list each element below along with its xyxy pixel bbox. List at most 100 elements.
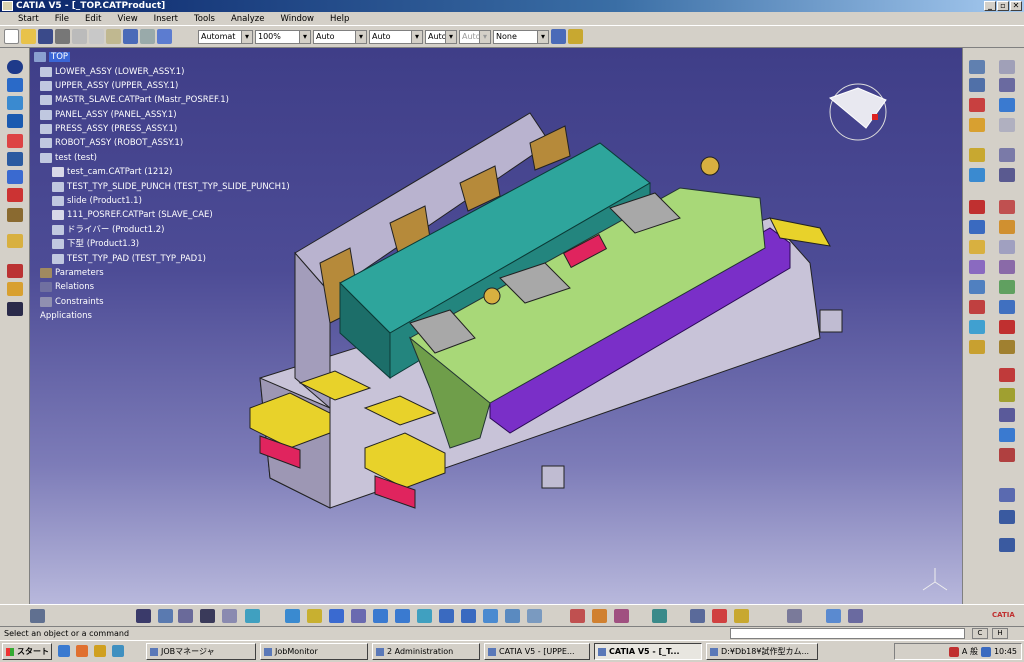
- tray-network-icon[interactable]: [980, 646, 991, 657]
- zoom-combo[interactable]: 100%: [255, 29, 311, 44]
- panel-icon[interactable]: [7, 114, 23, 128]
- weight-combo[interactable]: Auto: [313, 29, 367, 44]
- none-combo[interactable]: None: [493, 29, 549, 44]
- new-product-icon[interactable]: [999, 78, 1015, 92]
- tree-root[interactable]: TOP: [34, 51, 71, 63]
- menu-tools[interactable]: Tools: [186, 14, 223, 24]
- drafting-icon[interactable]: [999, 448, 1015, 462]
- explode-icon[interactable]: [969, 220, 985, 234]
- shooting-icon[interactable]: [652, 609, 667, 623]
- printer-setup-icon[interactable]: [787, 609, 802, 623]
- surface-icon[interactable]: [7, 152, 23, 166]
- sectioning-icon[interactable]: [969, 260, 985, 274]
- tree-node[interactable]: LOWER_ASSY (LOWER_ASSY.1): [40, 66, 184, 78]
- unit-icon[interactable]: [7, 302, 23, 316]
- menu-window[interactable]: Window: [272, 14, 322, 24]
- fly-mode-icon[interactable]: [285, 609, 300, 623]
- remove-icon[interactable]: [999, 368, 1015, 382]
- symmetry-icon[interactable]: [999, 280, 1015, 294]
- whats-this-icon[interactable]: [157, 29, 172, 44]
- tree-node[interactable]: 111_POSREF.CATPart (SLAVE_CAE): [52, 209, 213, 221]
- start-button[interactable]: スタート: [2, 643, 52, 660]
- tree-node[interactable]: PRESS_ASSY (PRESS_ASSY.1): [40, 123, 177, 135]
- constraint-icon[interactable]: [969, 60, 985, 74]
- menu-view[interactable]: View: [109, 14, 145, 24]
- transparency-combo[interactable]: Auto: [459, 29, 491, 44]
- tree-node[interactable]: ドライバー (Product1.2): [52, 224, 164, 236]
- tree-node[interactable]: TEST_TYP_PAD (TEST_TYP_PAD1): [52, 253, 206, 265]
- pan-icon[interactable]: [329, 609, 344, 623]
- pattern-icon[interactable]: [999, 300, 1015, 314]
- compass-widget[interactable]: [829, 83, 887, 141]
- paste-icon[interactable]: [106, 29, 121, 44]
- publish-icon[interactable]: [999, 260, 1015, 274]
- material-icon[interactable]: [222, 609, 237, 623]
- tree-node[interactable]: 下型 (Product1.3): [52, 238, 139, 250]
- comment-icon[interactable]: [158, 609, 173, 623]
- iso-view-icon[interactable]: [461, 609, 476, 623]
- replace-icon[interactable]: [999, 118, 1015, 132]
- minimize-button[interactable]: _: [984, 1, 996, 11]
- layer-combo[interactable]: Auto: [425, 29, 457, 44]
- 3d-viewport[interactable]: TOP LOWER_ASSY (LOWER_ASSY.1) UPPER_ASSY…: [30, 48, 962, 604]
- fix-icon[interactable]: [969, 148, 985, 162]
- cut-icon[interactable]: [72, 29, 87, 44]
- distance-icon[interactable]: [969, 280, 985, 294]
- properties-wand-icon[interactable]: [568, 29, 583, 44]
- new-document-icon[interactable]: [4, 29, 19, 44]
- tree-node[interactable]: test_cam.CATPart (1212): [52, 166, 172, 178]
- fit-all-icon[interactable]: [307, 609, 322, 623]
- command-clear-button[interactable]: C: [972, 628, 988, 639]
- measure-item-icon[interactable]: [245, 609, 260, 623]
- tree-node[interactable]: ROBOT_ASSY (ROBOT_ASSY.1): [40, 137, 183, 149]
- measure-icon[interactable]: [7, 208, 23, 222]
- manipulate-icon[interactable]: [969, 98, 985, 112]
- undo-icon[interactable]: [123, 29, 138, 44]
- dress-up-icon[interactable]: [570, 609, 585, 623]
- formula-icon[interactable]: [136, 609, 151, 623]
- tree-node[interactable]: slide (Product1.1): [52, 195, 142, 207]
- tray-app-icon[interactable]: [948, 646, 959, 657]
- window-icon[interactable]: [7, 78, 23, 92]
- zoom-in-icon[interactable]: [373, 609, 388, 623]
- tree-node-relations[interactable]: Relations: [40, 281, 94, 293]
- menu-edit[interactable]: Edit: [77, 14, 109, 24]
- table-icon[interactable]: [200, 609, 215, 623]
- bill-icon[interactable]: [999, 240, 1015, 254]
- contact-icon[interactable]: [999, 148, 1015, 162]
- menu-insert[interactable]: Insert: [146, 14, 186, 24]
- task-catia-upper[interactable]: CATIA V5 - [UPPE...: [484, 643, 590, 660]
- command-input[interactable]: [730, 628, 965, 639]
- task-jobmanager[interactable]: JOBマネージャ: [146, 643, 256, 660]
- render-icon[interactable]: [999, 538, 1015, 552]
- light-source-icon[interactable]: [592, 609, 607, 623]
- zoom-out-icon[interactable]: [395, 609, 410, 623]
- quicklaunch-ie-icon[interactable]: [58, 645, 70, 657]
- tree-node[interactable]: TEST_TYP_SLIDE_PUNCH (TEST_TYP_SLIDE_PUN…: [52, 181, 290, 193]
- ime-indicator[interactable]: A 般: [962, 646, 978, 657]
- capture-icon[interactable]: [826, 609, 841, 623]
- tree-node-parameters[interactable]: Parameters: [40, 267, 104, 279]
- tools-palette-icon[interactable]: [999, 488, 1015, 502]
- quicklaunch-app-icon[interactable]: [94, 645, 106, 657]
- menu-file[interactable]: File: [47, 14, 77, 24]
- tree-node-constraints[interactable]: Constraints: [40, 296, 104, 308]
- quicklaunch-desktop-icon[interactable]: [112, 645, 124, 657]
- update-icon[interactable]: [969, 300, 985, 314]
- maximize-button[interactable]: ▫: [997, 1, 1009, 11]
- shading-icon[interactable]: [483, 609, 498, 623]
- weld-icon[interactable]: [999, 220, 1015, 234]
- rotate-icon[interactable]: [351, 609, 366, 623]
- cube-icon[interactable]: [7, 96, 23, 110]
- catalog-browser-icon[interactable]: [178, 609, 193, 623]
- offset-icon[interactable]: [999, 168, 1015, 182]
- assembly-icon[interactable]: [969, 78, 985, 92]
- pocket-icon[interactable]: [999, 340, 1015, 354]
- catalog-icon[interactable]: [7, 264, 23, 278]
- existing-component-icon[interactable]: [999, 60, 1015, 74]
- new-part-icon[interactable]: [999, 98, 1015, 112]
- sweep-icon[interactable]: [690, 609, 705, 623]
- add-icon[interactable]: [999, 388, 1015, 402]
- quicklaunch-firefox-icon[interactable]: [76, 645, 88, 657]
- tree-node[interactable]: MASTR_SLAVE.CATPart (Mastr_POSREF.1): [40, 94, 229, 106]
